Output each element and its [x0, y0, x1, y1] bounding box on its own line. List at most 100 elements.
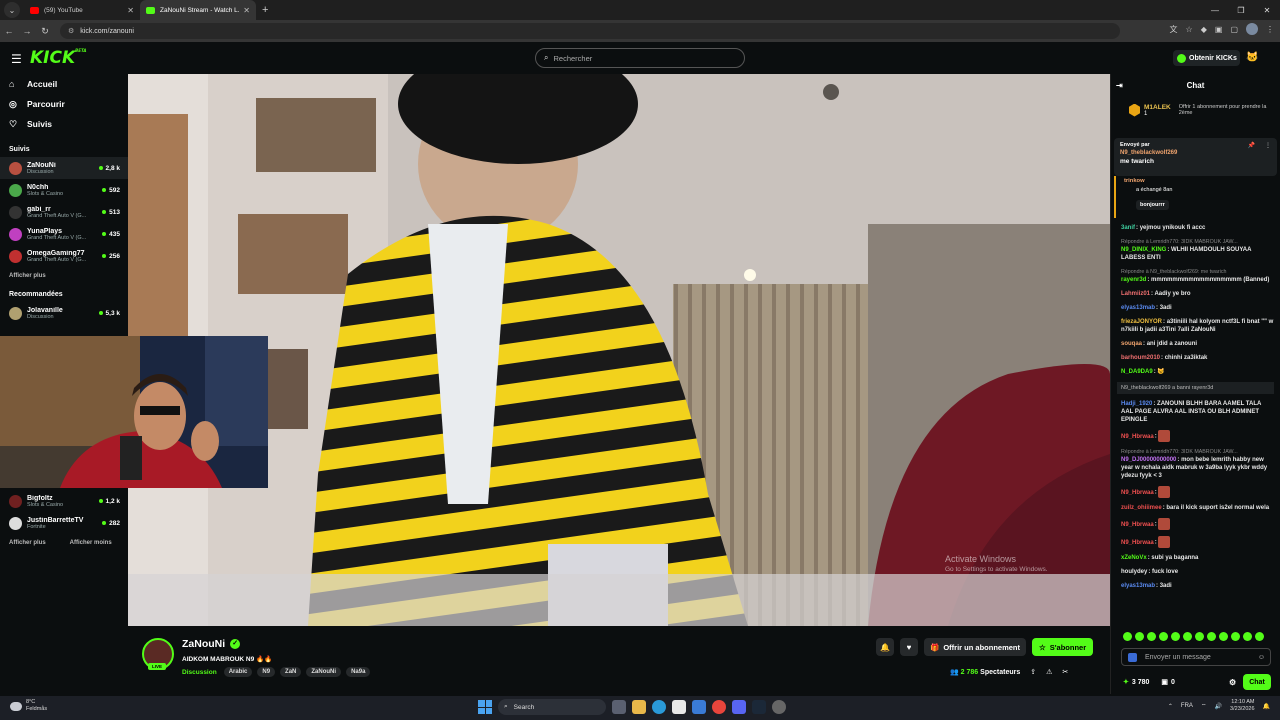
- tray-overflow-icon[interactable]: ⌃: [1168, 703, 1173, 710]
- chat-username[interactable]: xZeNoVx: [1121, 555, 1147, 561]
- search-input[interactable]: ⌕ Rechercher: [535, 48, 745, 68]
- obs-icon[interactable]: [772, 700, 786, 714]
- followed-channel[interactable]: gabi_rr Grand Theft Auto V (G... 513: [0, 201, 128, 223]
- streamer-name[interactable]: ZaNouNi: [182, 638, 225, 650]
- site-info-icon[interactable]: ⚙: [68, 27, 74, 35]
- browser-tab-youtube[interactable]: (59) YouTube ✕: [24, 0, 140, 20]
- close-tab-icon[interactable]: ✕: [127, 6, 134, 15]
- tag-chip[interactable]: ZaNouNi: [306, 667, 342, 677]
- show-less-link[interactable]: Afficher moins: [70, 540, 112, 546]
- minimize-icon[interactable]: —: [1202, 0, 1228, 20]
- emote-icon[interactable]: [1123, 632, 1132, 641]
- maximize-icon[interactable]: ❐: [1228, 0, 1254, 20]
- store-icon[interactable]: [672, 700, 686, 714]
- network-icon[interactable]: ⌔: [1201, 702, 1207, 710]
- show-more-followed-link[interactable]: Afficher plus: [0, 273, 128, 279]
- file-explorer-icon[interactable]: [632, 700, 646, 714]
- taskbar-search[interactable]: ⌕ Search: [498, 699, 606, 715]
- kicks-balance[interactable]: ▣ 0: [1161, 678, 1175, 687]
- chat-username[interactable]: Hadji_1920: [1121, 401, 1152, 407]
- sidebar-toggle-icon[interactable]: ▢: [1230, 25, 1238, 34]
- tag-chip[interactable]: ZaN: [280, 667, 302, 677]
- sidebar-item-browse[interactable]: ◎ Parcourir: [0, 94, 128, 114]
- chat-username[interactable]: N9_Hbrwaa: [1121, 490, 1154, 496]
- chat-username[interactable]: 3anif: [1121, 225, 1135, 231]
- pinned-user[interactable]: N9_theblackwolf269: [1120, 150, 1271, 156]
- clip-icon[interactable]: ✂: [1062, 668, 1068, 676]
- emote-icon[interactable]: [1183, 632, 1192, 641]
- emoji-picker-icon[interactable]: ☺: [1258, 654, 1265, 661]
- emote-icon[interactable]: [1219, 632, 1228, 641]
- steam-icon[interactable]: [752, 700, 766, 714]
- close-window-icon[interactable]: ✕: [1254, 0, 1280, 20]
- collapse-chat-icon[interactable]: ⇥: [1116, 81, 1123, 90]
- sidebar-item-home[interactable]: ⌂ Accueil: [0, 74, 128, 94]
- followed-channel[interactable]: OmegaGaming77 Grand Theft Auto V (G... 25…: [0, 245, 128, 267]
- emote-icon[interactable]: [1243, 632, 1252, 641]
- emote-icon[interactable]: [1135, 632, 1144, 641]
- chat-message-input[interactable]: Envoyer un message ☺: [1121, 648, 1271, 666]
- tab-search-dropdown-icon[interactable]: ⌄: [4, 2, 20, 18]
- sidebar-item-following[interactable]: ♡ Suivis: [0, 114, 128, 134]
- show-more-recommended-link[interactable]: Afficher plus: [9, 540, 46, 546]
- clock[interactable]: 12:10 AM 3/23/2026: [1230, 699, 1254, 713]
- windows-start-icon[interactable]: [478, 700, 492, 714]
- back-icon[interactable]: ←: [0, 26, 18, 36]
- tag-chip[interactable]: Na9a: [346, 667, 371, 677]
- edge-icon[interactable]: [652, 700, 666, 714]
- browser-menu-icon[interactable]: ⋮: [1266, 25, 1274, 34]
- notifications-icon[interactable]: 🔔: [1263, 703, 1270, 710]
- followed-channel[interactable]: ZaNouNi Discussion 2,8 k: [0, 157, 128, 179]
- followed-channel[interactable]: YunaPlays Grand Theft Auto V (G... 435: [0, 223, 128, 245]
- browser-tab-kick[interactable]: ZaNouNi Stream - Watch L... ✕: [140, 0, 256, 20]
- report-icon[interactable]: ⚠: [1046, 668, 1052, 676]
- chat-username[interactable]: barhoum2010: [1121, 355, 1160, 361]
- followed-channel[interactable]: N0chh Slots & Casino 592: [0, 179, 128, 201]
- emote-icon[interactable]: [1147, 632, 1156, 641]
- new-tab-icon[interactable]: +: [262, 4, 268, 16]
- pin-icon[interactable]: 📌: [1248, 142, 1255, 149]
- follow-heart-button[interactable]: ♥: [900, 638, 918, 656]
- recommended-channel[interactable]: JustinBarretteTV Fortnite 282: [0, 512, 128, 534]
- menu-icon[interactable]: ☰: [11, 52, 22, 66]
- reply-user[interactable]: trinkow: [1124, 178, 1269, 184]
- tag-chip[interactable]: Arabic: [223, 667, 253, 677]
- more-icon[interactable]: ⋮: [1265, 142, 1271, 149]
- emote-icon[interactable]: [1195, 632, 1204, 641]
- share-icon[interactable]: ⇪: [1030, 668, 1036, 676]
- chat-username[interactable]: N9_Hbrwaa: [1121, 434, 1154, 440]
- tag-chip[interactable]: N9: [257, 667, 276, 677]
- chat-username[interactable]: N9_Hbrwaa: [1121, 522, 1154, 528]
- chat-username[interactable]: N9_DJ00000000000: [1121, 457, 1176, 463]
- emote-icon[interactable]: [1171, 632, 1180, 641]
- chat-username[interactable]: zuilz_ohiiimee: [1121, 505, 1162, 511]
- chat-username[interactable]: elyas13mab: [1121, 305, 1155, 311]
- bookmark-star-icon[interactable]: ☆: [1186, 25, 1193, 34]
- recommended-channel[interactable]: Bigfoltz Slots & Casino 1,2 k: [0, 490, 128, 512]
- user-avatar[interactable]: 🐱: [1246, 52, 1258, 63]
- forward-icon[interactable]: →: [18, 26, 36, 36]
- chat-username[interactable]: friezaJONYOR: [1121, 319, 1162, 325]
- kick-logo[interactable]: KICKBETA: [30, 48, 86, 68]
- language-indicator[interactable]: FRA: [1181, 703, 1193, 709]
- get-kicks-button[interactable]: Obtenir KICKs: [1173, 50, 1240, 66]
- address-bar[interactable]: ⚙ kick.com/zanouni: [60, 23, 1120, 39]
- volume-icon[interactable]: 🔊: [1215, 703, 1222, 710]
- chrome-icon[interactable]: [712, 700, 726, 714]
- gift-sub-button[interactable]: 🎁 Offrir un abonnement: [924, 638, 1027, 656]
- extension-icon[interactable]: ◆: [1201, 25, 1207, 34]
- chat-username[interactable]: rayenr3d: [1121, 277, 1146, 283]
- chat-username[interactable]: souqaa: [1121, 341, 1142, 347]
- weather-widget[interactable]: 8°C Feldmås: [10, 699, 47, 713]
- mail-icon[interactable]: [692, 700, 706, 714]
- notification-bell-button[interactable]: 🔔: [876, 638, 894, 656]
- extensions-puzzle-icon[interactable]: ▣: [1215, 25, 1223, 34]
- chat-username[interactable]: houlydey: [1121, 569, 1147, 575]
- chat-settings-icon[interactable]: ⚙: [1229, 678, 1236, 687]
- emote-icon[interactable]: [1255, 632, 1264, 641]
- chat-username[interactable]: N_DA9DA9: [1121, 369, 1153, 375]
- category-link[interactable]: Discussion: [182, 669, 217, 676]
- subscribe-button[interactable]: ☆ S'abonner: [1032, 638, 1094, 656]
- gifter-name[interactable]: M1ALEK: [1144, 104, 1171, 111]
- chat-username[interactable]: Lahmiiz01: [1121, 291, 1150, 297]
